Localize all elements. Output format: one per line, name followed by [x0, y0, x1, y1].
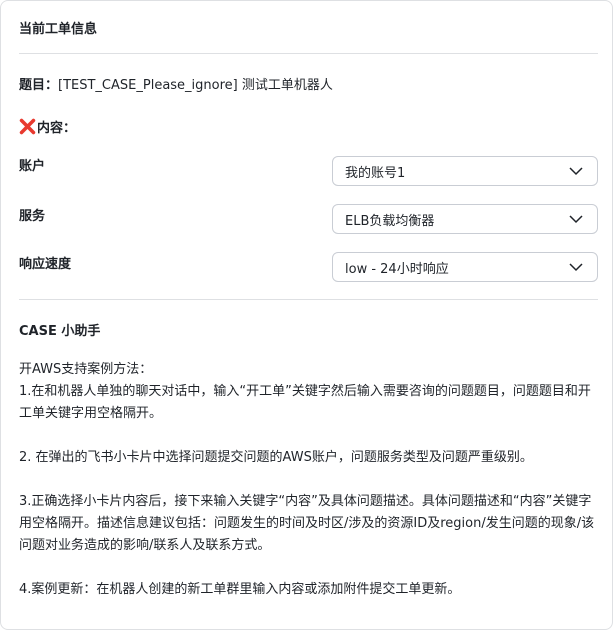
content-label: 内容：: [37, 121, 77, 136]
chevron-down-icon: [569, 167, 583, 176]
divider: [19, 53, 598, 54]
response-speed-select[interactable]: low - 24小时响应: [332, 252, 598, 282]
divider: [19, 299, 598, 300]
helper-title: CASE 小助手: [19, 324, 101, 339]
account-select-value: 我的账号1: [345, 165, 406, 181]
subject-value: [TEST_CASE_Please_ignore] 测试工单机器人: [58, 78, 333, 93]
response-speed-select-value: low - 24小时响应: [345, 261, 449, 277]
account-select[interactable]: 我的账号1: [332, 156, 598, 186]
subject-row: 题目：[TEST_CASE_Please_ignore] 测试工单机器人: [19, 74, 333, 93]
service-select[interactable]: ELB负载均衡器: [332, 204, 598, 234]
helper-step-1: 1.在和机器人单独的聊天对话中，输入“开工单”关键字然后输入需要咨询的问题题目，…: [19, 384, 591, 421]
helper-step-4: 4.案例更新：在机器人创建的新工单群里输入内容或添加附件提交工单更新。: [19, 582, 461, 597]
chevron-down-icon: [569, 215, 583, 224]
card-title: 当前工单信息: [19, 22, 98, 37]
service-select-value: ELB负载均衡器: [345, 213, 435, 229]
content-row: 内容：: [19, 117, 76, 136]
subject-label: 题目：: [19, 78, 59, 93]
helper-intro: 开AWS支持案例方法：: [19, 362, 153, 377]
ticket-info-card: 当前工单信息 题目：[TEST_CASE_Please_ignore] 测试工单…: [0, 0, 613, 630]
helper-instructions: 开AWS支持案例方法： 1.在和机器人单独的聊天对话中，输入“开工单”关键字然后…: [19, 359, 597, 601]
helper-step-3: 3.正确选择小卡片内容后，接下来输入关键字“内容”及具体问题描述。具体问题描述和…: [19, 494, 595, 553]
chevron-down-icon: [569, 263, 583, 272]
cross-mark-icon: [19, 118, 36, 135]
helper-step-2: 2. 在弹出的飞书小卡片中选择问题提交问题的AWS账户，问题服务类型及问题严重级…: [19, 450, 533, 465]
response-speed-label: 响应速度: [19, 257, 72, 272]
account-label: 账户: [19, 159, 46, 174]
service-label: 服务: [19, 209, 46, 224]
